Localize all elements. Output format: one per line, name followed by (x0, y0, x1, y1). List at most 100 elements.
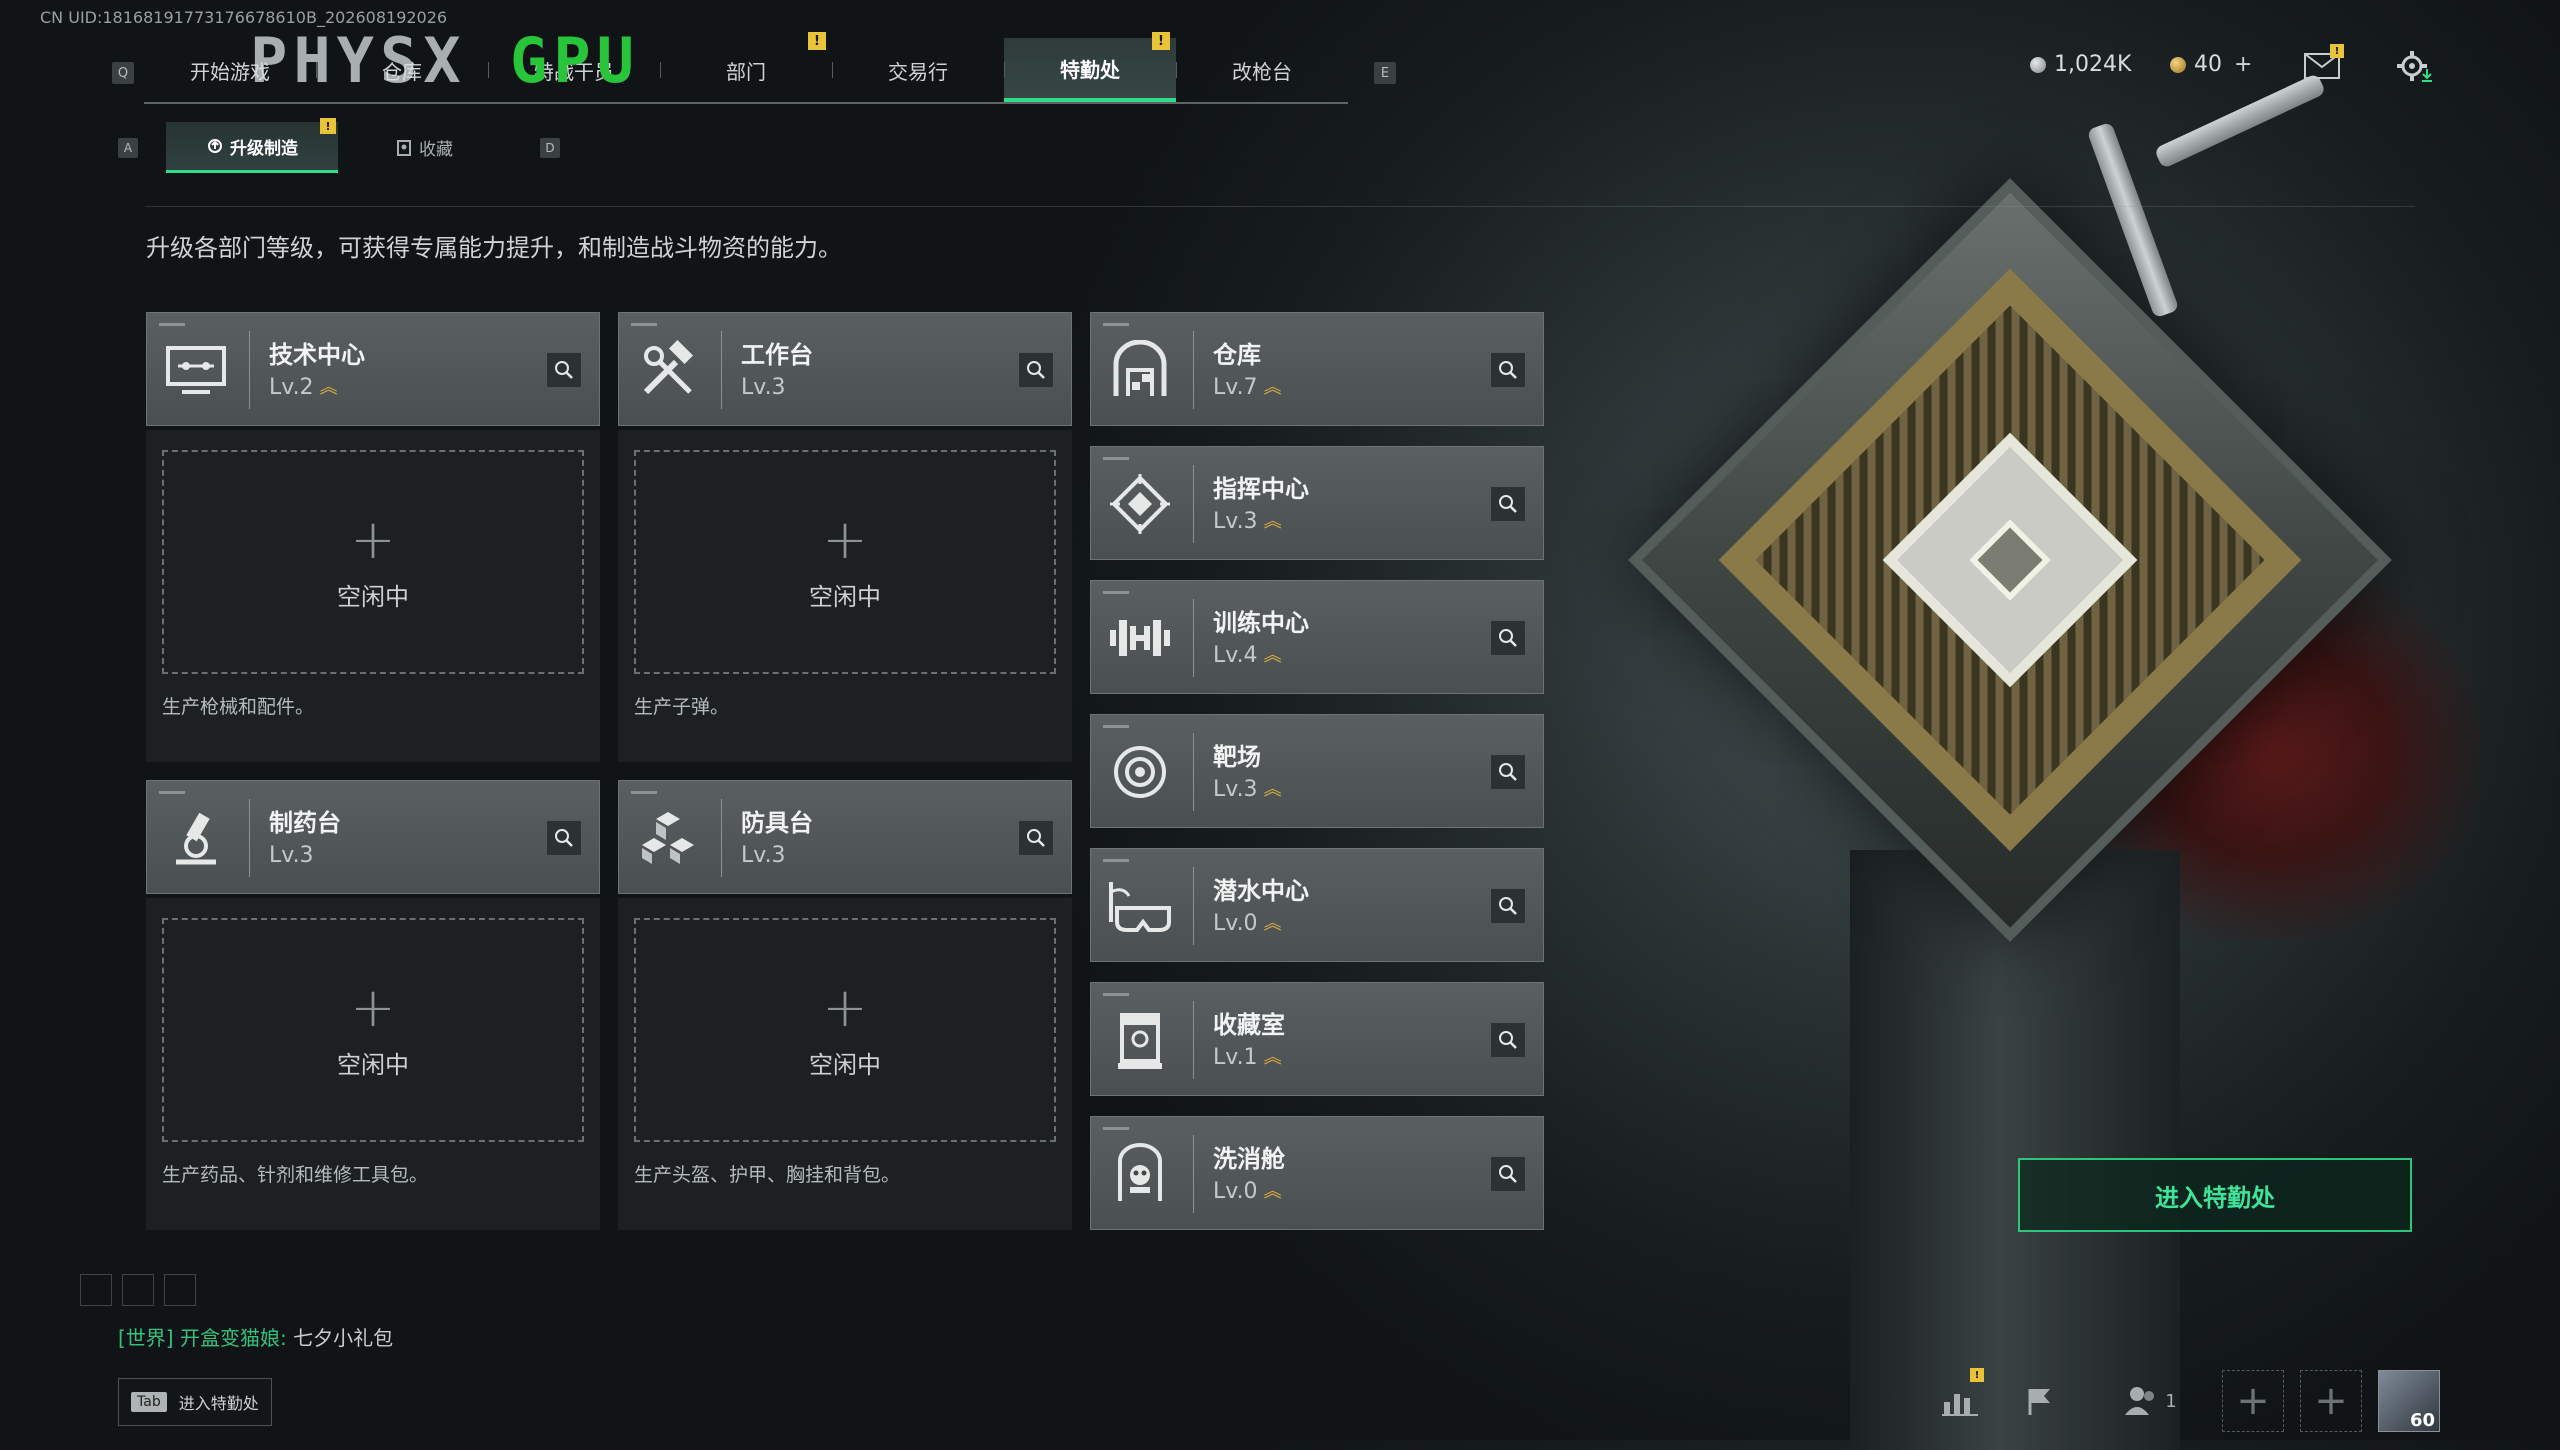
special-ops-cube (1620, 170, 2400, 950)
diving-mask-icon (1105, 871, 1175, 941)
robot-arm (2086, 121, 2180, 319)
enter-special-ops-button[interactable]: 进入特勤处 (2018, 1158, 2412, 1232)
facility-card-shooting-range[interactable]: 靶场 Lv.3 ︽ (1090, 714, 1544, 828)
party-icon (2125, 1387, 2155, 1415)
facility-card-diving-center[interactable]: 潜水中心 Lv.0 ︽ (1090, 848, 1544, 962)
tab-upgrade-craft-label: 升级制造 (230, 138, 298, 159)
download-icon (2422, 69, 2432, 82)
mail-button[interactable]: ! (2300, 44, 2344, 86)
facility-card-decon-chamber[interactable]: 洗消舱 Lv.0 ︽ (1090, 1116, 1544, 1230)
upgrade-arrow-icon: ︽ (1263, 1180, 1282, 1202)
craft-panel-tech-center: + 空闲中 生产枪械和配件。 (146, 430, 600, 762)
facility-level: Lv.3 (741, 375, 786, 400)
facility-note: 生产子弹。 (634, 696, 730, 718)
slot-status: 空闲中 (809, 1050, 881, 1079)
dumbbell-icon (1105, 603, 1175, 673)
facility-level: Lv.2 (269, 375, 314, 400)
physx-gpu-overlay: PHYSX GPU (250, 24, 640, 97)
inspect-button[interactable] (1019, 821, 1053, 855)
divider (145, 206, 2415, 207)
facility-card-armor-bench[interactable]: 防具台 Lv.3 (618, 780, 1072, 894)
tab-collection[interactable]: 收藏 (338, 124, 510, 172)
upgrade-arrow-icon: ︽ (1263, 376, 1282, 398)
player-level: 60 (2409, 1410, 2435, 1431)
party-button[interactable]: 1 (2110, 1370, 2190, 1432)
facility-name: 仓库 (1213, 341, 1261, 369)
inspect-button[interactable] (1491, 1023, 1525, 1057)
party-count: 1 (2165, 1390, 2177, 1412)
plus-icon: + (822, 507, 868, 571)
cube-pillar (1850, 850, 2180, 1450)
bar-chart-icon (1942, 1394, 1978, 1416)
inspect-button[interactable] (1019, 353, 1053, 387)
inspect-button[interactable] (1491, 1157, 1525, 1191)
tab-hint-label: 进入特勤处 (178, 1394, 259, 1413)
sub-nav: A 升级制造 ! 收藏 D (118, 118, 560, 173)
upgrade-icon (208, 139, 222, 153)
facility-card-tech-center[interactable]: 技术中心 Lv.2 ︽ (146, 312, 600, 426)
tab-upgrade-craft[interactable]: 升级制造 ! (166, 118, 338, 173)
plus-icon: + (350, 975, 396, 1039)
facility-level: Lv.1 (1213, 1045, 1258, 1070)
craft-slot[interactable]: + 空闲中 (634, 450, 1056, 674)
search-icon (555, 829, 573, 847)
tab-gunsmith[interactable]: 改枪台 (1176, 38, 1348, 102)
chat-message: 七夕小礼包 (293, 1326, 394, 1350)
facility-card-warehouse[interactable]: 仓库 Lv.7 ︽ (1090, 312, 1544, 426)
key-hint-q: Q (112, 62, 134, 84)
facility-level: Lv.3 (269, 843, 314, 868)
facility-card-collection-room[interactable]: 收藏室 Lv.1 ︽ (1090, 982, 1544, 1096)
settings-button[interactable] (2390, 46, 2434, 86)
add-gold-button[interactable]: + (2234, 52, 2252, 77)
facility-name: 训练中心 (1213, 609, 1309, 637)
target-icon (1105, 737, 1175, 807)
search-icon (1499, 763, 1517, 781)
craft-slot[interactable]: + 空闲中 (162, 450, 584, 674)
plus-icon: + (822, 975, 868, 1039)
inspect-button[interactable] (547, 821, 581, 855)
stats-button[interactable]: ! (1930, 1368, 1990, 1432)
facility-name: 靶场 (1213, 743, 1261, 771)
inspect-button[interactable] (1491, 621, 1525, 655)
collection-icon (397, 139, 411, 156)
robot-arm-segment (2153, 72, 2327, 170)
chat-line[interactable]: [世界] 开盒变猫娘: 七夕小礼包 (118, 1322, 393, 1351)
upgrade-arrow-icon: ︽ (1263, 778, 1282, 800)
key-hint-e: E (1374, 62, 1396, 84)
facility-name: 工作台 (741, 341, 813, 369)
cubes-icon (633, 803, 703, 873)
invite-slot-1[interactable]: + (2222, 1370, 2284, 1432)
craft-slot[interactable]: + 空闲中 (634, 918, 1056, 1142)
craft-panel-armor-bench: + 空闲中 生产头盔、护甲、胸挂和背包。 (618, 898, 1072, 1230)
upgrade-arrow-icon: ︽ (1263, 912, 1282, 934)
facility-card-training-center[interactable]: 训练中心 Lv.4 ︽ (1090, 580, 1544, 694)
player-avatar[interactable]: 60 (2378, 1370, 2440, 1432)
chat-channel: [世界] (118, 1326, 174, 1350)
facility-level: Lv.4 (1213, 643, 1258, 668)
tab-department[interactable]: 部门 ! (660, 32, 832, 102)
facility-level: Lv.3 (741, 843, 786, 868)
craft-slot[interactable]: + 空闲中 (162, 918, 584, 1142)
facility-card-command-center[interactable]: 指挥中心 Lv.3 ︽ (1090, 446, 1544, 560)
inspect-button[interactable] (1491, 487, 1525, 521)
inspect-button[interactable] (547, 353, 581, 387)
facility-card-workbench[interactable]: 工作台 Lv.3 (618, 312, 1072, 426)
invite-slot-2[interactable]: + (2300, 1370, 2362, 1432)
inspect-button[interactable] (1491, 353, 1525, 387)
facility-note: 生产枪械和配件。 (162, 696, 315, 718)
inspect-button[interactable] (1491, 755, 1525, 789)
search-icon (1499, 629, 1517, 647)
tab-hint-button[interactable]: Tab 进入特勤处 (118, 1378, 272, 1426)
page-description: 升级各部门等级，可获得专属能力提升，和制造战斗物资的能力。 (146, 234, 842, 262)
slot-status: 空闲中 (337, 582, 409, 611)
facility-level: Lv.0 (1213, 911, 1258, 936)
plus-icon: + (350, 507, 396, 571)
alert-badge: ! (1970, 1368, 1984, 1382)
tab-special-ops[interactable]: 特勤处 ! (1004, 32, 1176, 102)
inspect-button[interactable] (1491, 889, 1525, 923)
flag-button[interactable] (2010, 1370, 2070, 1432)
gold-amount: 40 (2194, 52, 2222, 77)
tab-trade[interactable]: 交易行 (832, 38, 1004, 102)
upgrade-arrow-icon: ︽ (1263, 510, 1282, 532)
facility-card-pharmacy[interactable]: 制药台 Lv.3 (146, 780, 600, 894)
